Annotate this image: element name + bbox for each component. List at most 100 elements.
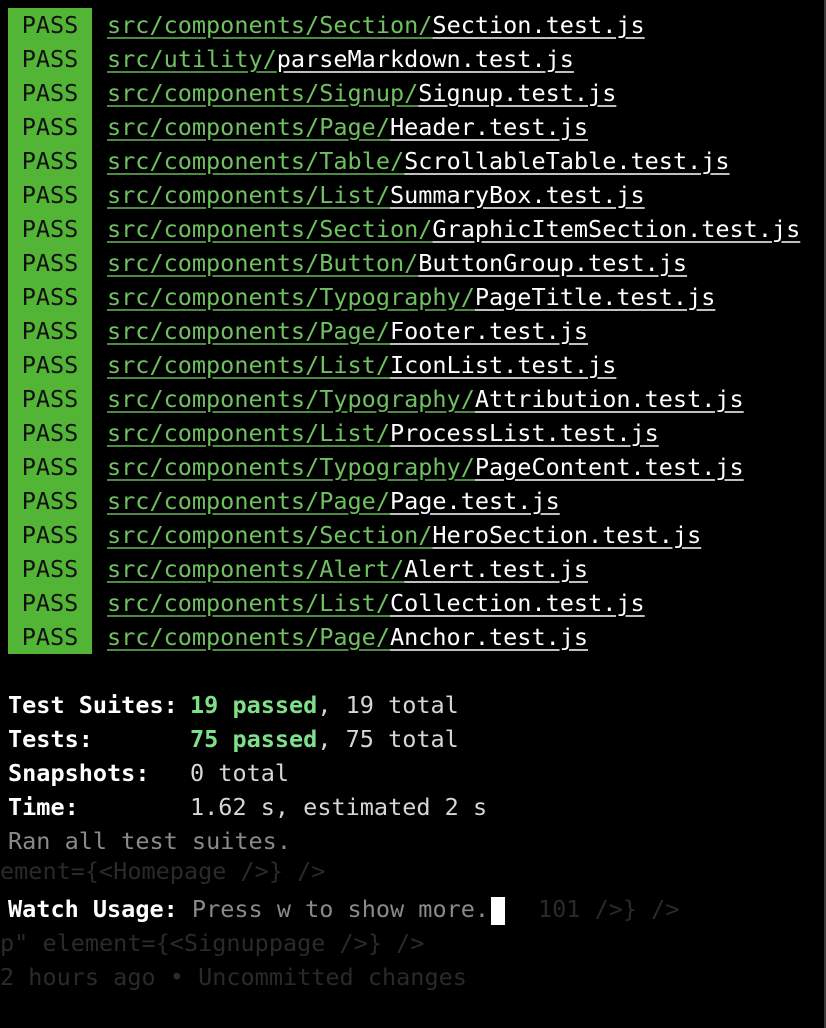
pass-badge: PASS bbox=[8, 382, 92, 416]
pass-badge: PASS bbox=[8, 212, 92, 246]
ghost-line-signup: p" element={<Signuppage />} /> bbox=[0, 929, 425, 957]
summary-tests-total: , 75 total bbox=[317, 725, 459, 753]
test-file-name: parseMarkdown.test.js bbox=[276, 45, 574, 73]
test-file-name: Anchor.test.js bbox=[389, 623, 589, 651]
test-file-path[interactable]: src/components/Typography/PageTitle.test… bbox=[107, 280, 715, 314]
test-file-name: Footer.test.js bbox=[389, 317, 589, 345]
ghost-line-blame: 2 hours ago • Uncommitted changes bbox=[0, 963, 467, 991]
test-file-name: PageTitle.test.js bbox=[474, 283, 716, 311]
test-file-path[interactable]: src/components/Section/Section.test.js bbox=[107, 8, 645, 42]
pass-badge: PASS bbox=[8, 144, 92, 178]
test-results-list: PASS src/components/Section/Section.test.… bbox=[8, 8, 800, 654]
test-file-path[interactable]: src/components/Alert/Alert.test.js bbox=[107, 552, 588, 586]
test-result-row: PASS src/components/Typography/PageTitle.… bbox=[8, 280, 800, 314]
test-file-path[interactable]: src/components/Typography/PageContent.te… bbox=[107, 450, 744, 484]
pass-badge: PASS bbox=[8, 450, 92, 484]
test-file-name: ProcessList.test.js bbox=[389, 419, 659, 447]
test-file-name: Attribution.test.js bbox=[474, 385, 744, 413]
test-file-path[interactable]: src/components/Signup/Signup.test.js bbox=[107, 76, 616, 110]
test-result-row: PASS src/components/Page/Anchor.test.js bbox=[8, 620, 800, 654]
test-file-name: PageContent.test.js bbox=[474, 453, 744, 481]
test-result-row: PASS src/components/Typography/Attributio… bbox=[8, 382, 800, 416]
test-file-dir: src/components/List/ bbox=[107, 419, 390, 447]
summary-suites-passed: 19 passed bbox=[190, 691, 318, 719]
summary-snapshots: Snapshots: 0 total bbox=[8, 756, 487, 790]
test-file-dir: src/components/List/ bbox=[107, 181, 390, 209]
pass-badge: PASS bbox=[8, 552, 92, 586]
pass-badge: PASS bbox=[8, 178, 92, 212]
test-file-path[interactable]: src/components/Table/ScrollableTable.tes… bbox=[107, 144, 730, 178]
test-file-path[interactable]: src/utility/parseMarkdown.test.js bbox=[107, 42, 574, 76]
test-result-row: PASS src/components/Page/Header.test.js bbox=[8, 110, 800, 144]
summary-snapshots-value: 0 total bbox=[190, 759, 290, 787]
test-result-row: PASS src/components/Section/HeroSection.t… bbox=[8, 518, 800, 552]
pass-badge: PASS bbox=[8, 620, 92, 654]
summary-suites: Test Suites: 19 passed, 19 total bbox=[8, 688, 487, 722]
test-file-name: Collection.test.js bbox=[389, 589, 645, 617]
summary-suites-label: Test Suites: bbox=[8, 691, 178, 719]
summary-time-value: 1.62 s, estimated 2 s bbox=[190, 793, 488, 821]
test-file-dir: src/components/Typography/ bbox=[107, 453, 475, 481]
test-file-name: ScrollableTable.test.js bbox=[404, 147, 730, 175]
test-file-path[interactable]: src/components/List/IconList.test.js bbox=[107, 348, 616, 382]
watch-usage-prompt[interactable]: Watch Usage: Press w to show more. bbox=[8, 892, 506, 926]
test-file-dir: src/components/Alert/ bbox=[107, 555, 405, 583]
pass-badge: PASS bbox=[8, 42, 92, 76]
pass-badge: PASS bbox=[8, 76, 92, 110]
test-file-path[interactable]: src/components/List/ProcessList.test.js bbox=[107, 416, 659, 450]
test-file-dir: src/components/Button/ bbox=[107, 249, 419, 277]
test-file-name: Header.test.js bbox=[389, 113, 589, 141]
test-file-dir: src/components/Page/ bbox=[107, 317, 390, 345]
test-file-path[interactable]: src/components/Typography/Attribution.te… bbox=[107, 382, 744, 416]
pass-badge: PASS bbox=[8, 314, 92, 348]
test-file-name: Page.test.js bbox=[389, 487, 560, 515]
test-file-dir: src/components/Typography/ bbox=[107, 385, 475, 413]
test-file-dir: src/components/Signup/ bbox=[107, 79, 419, 107]
summary-suites-total: , 19 total bbox=[317, 691, 459, 719]
pass-badge: PASS bbox=[8, 110, 92, 144]
test-file-dir: src/components/Section/ bbox=[107, 521, 433, 549]
test-file-path[interactable]: src/components/Page/Anchor.test.js bbox=[107, 620, 588, 654]
test-file-path[interactable]: src/components/Button/ButtonGroup.test.j… bbox=[107, 246, 687, 280]
test-file-name: IconList.test.js bbox=[389, 351, 617, 379]
test-result-row: PASS src/components/Section/GraphicItemSe… bbox=[8, 212, 800, 246]
pass-badge: PASS bbox=[8, 518, 92, 552]
test-file-path[interactable]: src/components/Page/Footer.test.js bbox=[107, 314, 588, 348]
test-result-row: PASS src/components/Alert/Alert.test.js bbox=[8, 552, 800, 586]
test-file-name: Section.test.js bbox=[432, 11, 645, 39]
test-file-path[interactable]: src/components/Section/GraphicItemSectio… bbox=[107, 212, 800, 246]
test-file-name: Signup.test.js bbox=[418, 79, 617, 107]
summary-time: Time: 1.62 s, estimated 2 s bbox=[8, 790, 487, 824]
test-file-dir: src/components/Page/ bbox=[107, 113, 390, 141]
summary-ran-all: Ran all test suites. bbox=[8, 827, 291, 855]
watch-usage-label: Watch Usage: bbox=[8, 895, 178, 923]
test-file-dir: src/components/List/ bbox=[107, 589, 390, 617]
test-file-dir: src/components/Typography/ bbox=[107, 283, 475, 311]
pass-badge: PASS bbox=[8, 586, 92, 620]
test-file-path[interactable]: src/components/Page/Page.test.js bbox=[107, 484, 560, 518]
test-file-dir: src/components/Section/ bbox=[107, 215, 433, 243]
pass-badge: PASS bbox=[8, 348, 92, 382]
test-result-row: PASS src/components/Section/Section.test.… bbox=[8, 8, 800, 42]
summary-snapshots-label: Snapshots: bbox=[8, 759, 150, 787]
ghost-line-homepage: ement={<Homepage />} /> bbox=[0, 857, 326, 885]
pass-badge: PASS bbox=[8, 8, 92, 42]
test-file-path[interactable]: src/components/Page/Header.test.js bbox=[107, 110, 588, 144]
watch-usage-text: Press w to show more. bbox=[177, 895, 490, 923]
test-result-row: PASS src/components/Page/Footer.test.js bbox=[8, 314, 800, 348]
test-file-path[interactable]: src/components/Section/HeroSection.test.… bbox=[107, 518, 701, 552]
test-result-row: PASS src/utility/parseMarkdown.test.js bbox=[8, 42, 800, 76]
test-file-dir: src/utility/ bbox=[107, 45, 277, 73]
test-result-row: PASS src/components/Button/ButtonGroup.te… bbox=[8, 246, 800, 280]
test-result-row: PASS src/components/List/IconList.test.js bbox=[8, 348, 800, 382]
summary-tests-label: Tests: bbox=[8, 725, 93, 753]
test-result-row: PASS src/components/Table/ScrollableTable… bbox=[8, 144, 800, 178]
test-result-row: PASS src/components/List/Collection.test.… bbox=[8, 586, 800, 620]
test-result-row: PASS src/components/Signup/Signup.test.js bbox=[8, 76, 800, 110]
test-file-dir: src/components/Page/ bbox=[107, 623, 390, 651]
pass-badge: PASS bbox=[8, 246, 92, 280]
test-result-row: PASS src/components/Typography/PageConten… bbox=[8, 450, 800, 484]
ghost-line-route: 101 />} /> bbox=[538, 895, 680, 923]
test-file-path[interactable]: src/components/List/Collection.test.js bbox=[107, 586, 645, 620]
test-file-path[interactable]: src/components/List/SummaryBox.test.js bbox=[107, 178, 645, 212]
